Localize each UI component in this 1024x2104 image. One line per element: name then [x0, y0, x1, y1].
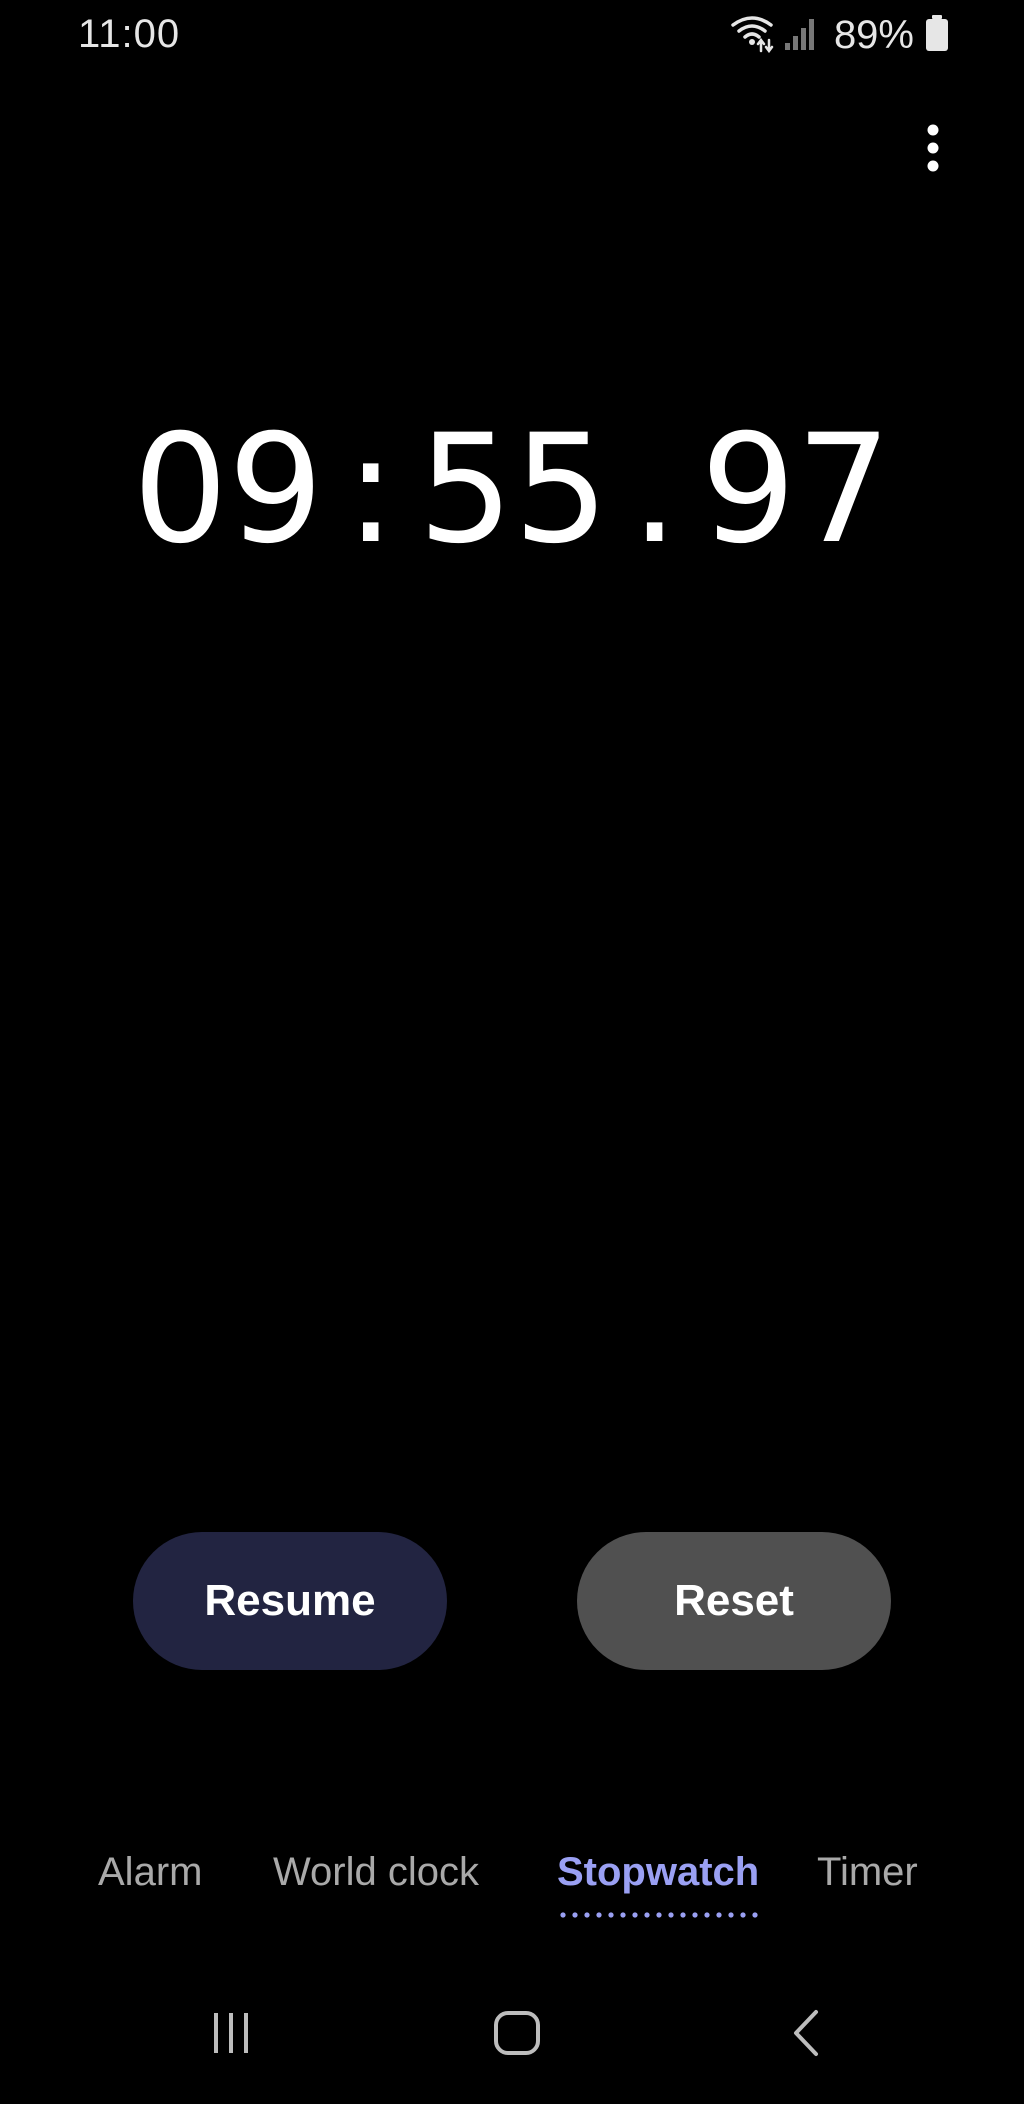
back-icon [790, 2009, 820, 2062]
tab-timer[interactable]: Timer [817, 1850, 918, 1895]
tab-stopwatch[interactable]: Stopwatch [557, 1850, 760, 1918]
home-icon [493, 2010, 541, 2061]
stopwatch-hundredths: 97 [700, 403, 892, 577]
more-vertical-icon [926, 124, 940, 177]
bottom-tabs: Alarm World clock Stopwatch Timer [0, 1850, 1024, 1940]
stopwatch-minutes: 09 [132, 403, 324, 577]
more-options-button[interactable] [900, 110, 966, 190]
tab-label: Timer [817, 1850, 918, 1894]
recent-apps-icon [209, 2011, 253, 2060]
tab-alarm[interactable]: Alarm [98, 1850, 202, 1895]
reset-button[interactable]: Reset [577, 1532, 891, 1670]
signal-icon [784, 15, 818, 56]
tab-label: World clock [273, 1850, 479, 1894]
navigation-bar [0, 1990, 1024, 2080]
resume-button[interactable]: Resume [133, 1532, 447, 1670]
home-button[interactable] [472, 1990, 562, 2080]
recent-apps-button[interactable] [186, 1990, 276, 2080]
battery-percent: 89% [833, 12, 914, 57]
stopwatch-seconds: 55 [417, 403, 609, 577]
stopwatch-minutes-separator: : [345, 403, 396, 577]
status-time: 11:00 [78, 12, 181, 56]
back-button[interactable] [760, 1990, 850, 2080]
tab-label: Stopwatch [557, 1850, 760, 1894]
tab-world-clock[interactable]: World clock [273, 1850, 479, 1895]
active-tab-indicator [557, 1912, 760, 1918]
status-icons: 89% [730, 12, 948, 58]
stopwatch-seconds-separator: . [630, 403, 679, 577]
battery-icon [926, 14, 948, 56]
wifi-icon [730, 13, 776, 58]
status-bar: 11:00 89% [0, 0, 1024, 70]
tab-label: Alarm [98, 1850, 203, 1894]
stopwatch-readout: 09 : 55 . 97 [0, 410, 1024, 570]
